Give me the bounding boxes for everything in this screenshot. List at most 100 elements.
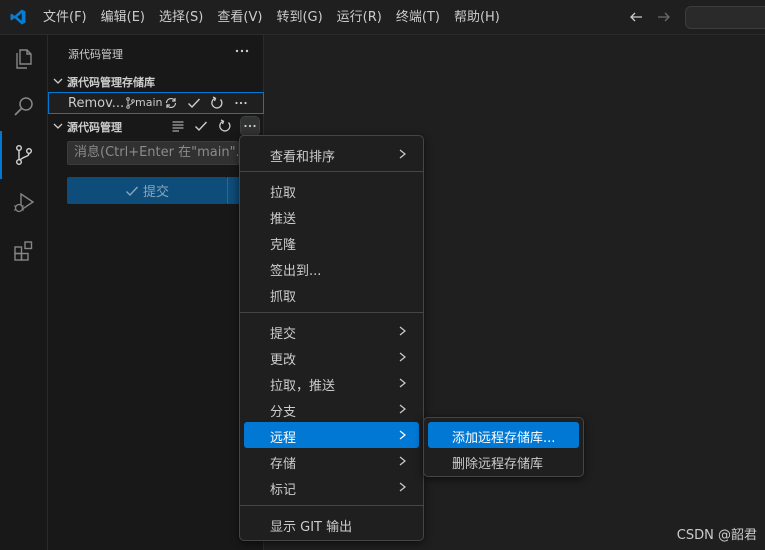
menu-item-label: 远程 bbox=[270, 431, 297, 446]
check-icon bbox=[195, 121, 208, 132]
menu-item-view-sort[interactable]: 查看和排序 bbox=[244, 141, 419, 167]
chevron-right-icon bbox=[399, 404, 406, 414]
sync-icon bbox=[165, 97, 177, 109]
source-control-icon bbox=[15, 145, 32, 166]
menu-item-stash[interactable]: 存储 bbox=[244, 448, 419, 474]
remote-submenu: 添加远程存储库... 删除远程存储库 bbox=[423, 417, 584, 477]
chevron-right-icon bbox=[399, 430, 406, 440]
menu-separator bbox=[240, 171, 423, 172]
menu-item-label: 签出到... bbox=[270, 264, 322, 279]
menu-item-remote[interactable]: 远程 bbox=[244, 422, 419, 448]
refresh-icon bbox=[219, 119, 231, 132]
repo-more-button[interactable] bbox=[232, 94, 250, 112]
menu-item-label: 标记 bbox=[270, 483, 297, 498]
refresh-icon bbox=[211, 96, 223, 109]
menu-item-checkout[interactable]: 签出到... bbox=[244, 255, 419, 281]
menu-item-fetch[interactable]: 抓取 bbox=[244, 281, 419, 307]
view-as-tree-button[interactable] bbox=[169, 117, 187, 135]
menu-item-tags[interactable]: 标记 bbox=[244, 474, 419, 500]
submenu-item-label: 删除远程存储库 bbox=[452, 457, 544, 472]
activity-bar bbox=[0, 35, 48, 550]
menu-separator bbox=[240, 312, 423, 313]
repo-commit-button[interactable] bbox=[185, 94, 203, 112]
title-bar: 文件(F) 编辑(E) 选择(S) 查看(V) 转到(G) 运行(R) 终端(T… bbox=[0, 0, 765, 35]
menu-item-label: 查看和排序 bbox=[270, 150, 336, 165]
sidebar-title: 源代码管理 bbox=[68, 48, 123, 61]
scm-section-label: 源代码管理 bbox=[67, 121, 122, 134]
sync-button[interactable] bbox=[162, 94, 180, 112]
repository-row[interactable]: Remov... main bbox=[48, 92, 264, 114]
branch-label: main bbox=[135, 96, 163, 109]
commit-message-input[interactable]: 消息(Ctrl+Enter 在"main"... bbox=[67, 141, 239, 165]
menu-item-label: 拉取，推送 bbox=[270, 379, 336, 394]
repo-refresh-button[interactable] bbox=[208, 94, 226, 112]
menu-item-label: 抓取 bbox=[270, 290, 297, 305]
menu-item-label: 更改 bbox=[270, 353, 297, 368]
chevron-right-icon bbox=[399, 378, 406, 388]
chevron-right-icon bbox=[399, 326, 406, 336]
chevron-right-icon bbox=[399, 482, 406, 492]
repositories-section-label: 源代码管理存储库 bbox=[67, 76, 155, 89]
refresh-button[interactable] bbox=[216, 117, 234, 135]
scm-context-menu: 查看和排序 拉取 推送 克隆 签出到... 抓取 提交 更改 拉取，推送 分支 … bbox=[239, 135, 424, 541]
check-icon bbox=[188, 98, 201, 109]
submenu-item-add-remote[interactable]: 添加远程存储库... bbox=[428, 422, 579, 448]
repository-branch[interactable]: main bbox=[125, 96, 162, 109]
menu-bar: 文件(F) 编辑(E) 选择(S) 查看(V) 转到(G) 运行(R) 终端(T… bbox=[36, 0, 507, 35]
submenu-item-label: 添加远程存储库... bbox=[452, 431, 556, 446]
arrow-right-icon[interactable] bbox=[656, 9, 672, 25]
menu-item-label: 存储 bbox=[270, 457, 297, 472]
run-debug-icon bbox=[14, 192, 35, 213]
menu-file[interactable]: 文件(F) bbox=[36, 0, 94, 35]
submenu-item-remove-remote[interactable]: 删除远程存储库 bbox=[428, 448, 579, 474]
command-center-search[interactable] bbox=[685, 6, 765, 29]
files-icon bbox=[16, 49, 32, 69]
menu-item-branch[interactable]: 分支 bbox=[244, 396, 419, 422]
activity-source-control[interactable] bbox=[0, 131, 48, 179]
menu-item-clone[interactable]: 克隆 bbox=[244, 229, 419, 255]
menu-edit[interactable]: 编辑(E) bbox=[94, 0, 152, 35]
menu-item-changes[interactable]: 更改 bbox=[244, 344, 419, 370]
chevron-down-icon bbox=[53, 78, 63, 84]
menu-item-push[interactable]: 推送 bbox=[244, 203, 419, 229]
commit-check-button[interactable] bbox=[192, 117, 210, 135]
chevron-right-icon bbox=[399, 456, 406, 466]
scm-section-header[interactable]: 源代码管理 bbox=[48, 115, 264, 137]
menu-terminal[interactable]: 终端(T) bbox=[389, 0, 447, 35]
activity-explorer[interactable] bbox=[0, 35, 48, 83]
activity-run-debug[interactable] bbox=[0, 179, 48, 227]
menu-item-label: 拉取 bbox=[270, 186, 297, 201]
ellipsis-icon bbox=[235, 101, 247, 105]
vscode-logo-icon[interactable] bbox=[9, 8, 27, 26]
menu-item-commit[interactable]: 提交 bbox=[244, 318, 419, 344]
menu-view[interactable]: 查看(V) bbox=[210, 0, 269, 35]
watermark: CSDN @韶君 bbox=[676, 528, 757, 543]
activity-search[interactable] bbox=[0, 83, 48, 131]
scm-sidebar: 源代码管理 源代码管理存储库 Remov... main 源代码管理 消息(Ct… bbox=[48, 35, 264, 550]
repositories-section-header[interactable]: 源代码管理存储库 bbox=[48, 70, 264, 92]
menu-item-label: 显示 GIT 输出 bbox=[270, 520, 353, 535]
menu-item-pull-push[interactable]: 拉取，推送 bbox=[244, 370, 419, 396]
menu-item-pull[interactable]: 拉取 bbox=[244, 177, 419, 203]
menu-selection[interactable]: 选择(S) bbox=[152, 0, 210, 35]
menu-item-label: 推送 bbox=[270, 212, 297, 227]
menu-run[interactable]: 运行(R) bbox=[330, 0, 389, 35]
chevron-right-icon bbox=[399, 352, 406, 362]
commit-button[interactable]: 提交 bbox=[67, 177, 227, 204]
menu-item-label: 克隆 bbox=[270, 238, 297, 253]
repository-name: Remov... bbox=[68, 96, 125, 111]
commit-dropdown-button[interactable] bbox=[227, 177, 239, 204]
activity-extensions[interactable] bbox=[0, 227, 48, 275]
menu-item-show-git-output[interactable]: 显示 GIT 输出 bbox=[244, 511, 419, 537]
arrow-left-icon[interactable] bbox=[628, 9, 644, 25]
scm-more-actions-button[interactable] bbox=[240, 116, 260, 136]
check-icon bbox=[125, 186, 138, 196]
chevron-right-icon bbox=[399, 149, 406, 159]
extensions-icon bbox=[14, 241, 33, 261]
more-actions-icon[interactable] bbox=[234, 43, 250, 59]
menu-help[interactable]: 帮助(H) bbox=[447, 0, 507, 35]
branch-icon bbox=[126, 96, 135, 109]
menu-separator bbox=[240, 505, 423, 506]
search-icon bbox=[14, 97, 33, 116]
menu-go[interactable]: 转到(G) bbox=[269, 0, 329, 35]
